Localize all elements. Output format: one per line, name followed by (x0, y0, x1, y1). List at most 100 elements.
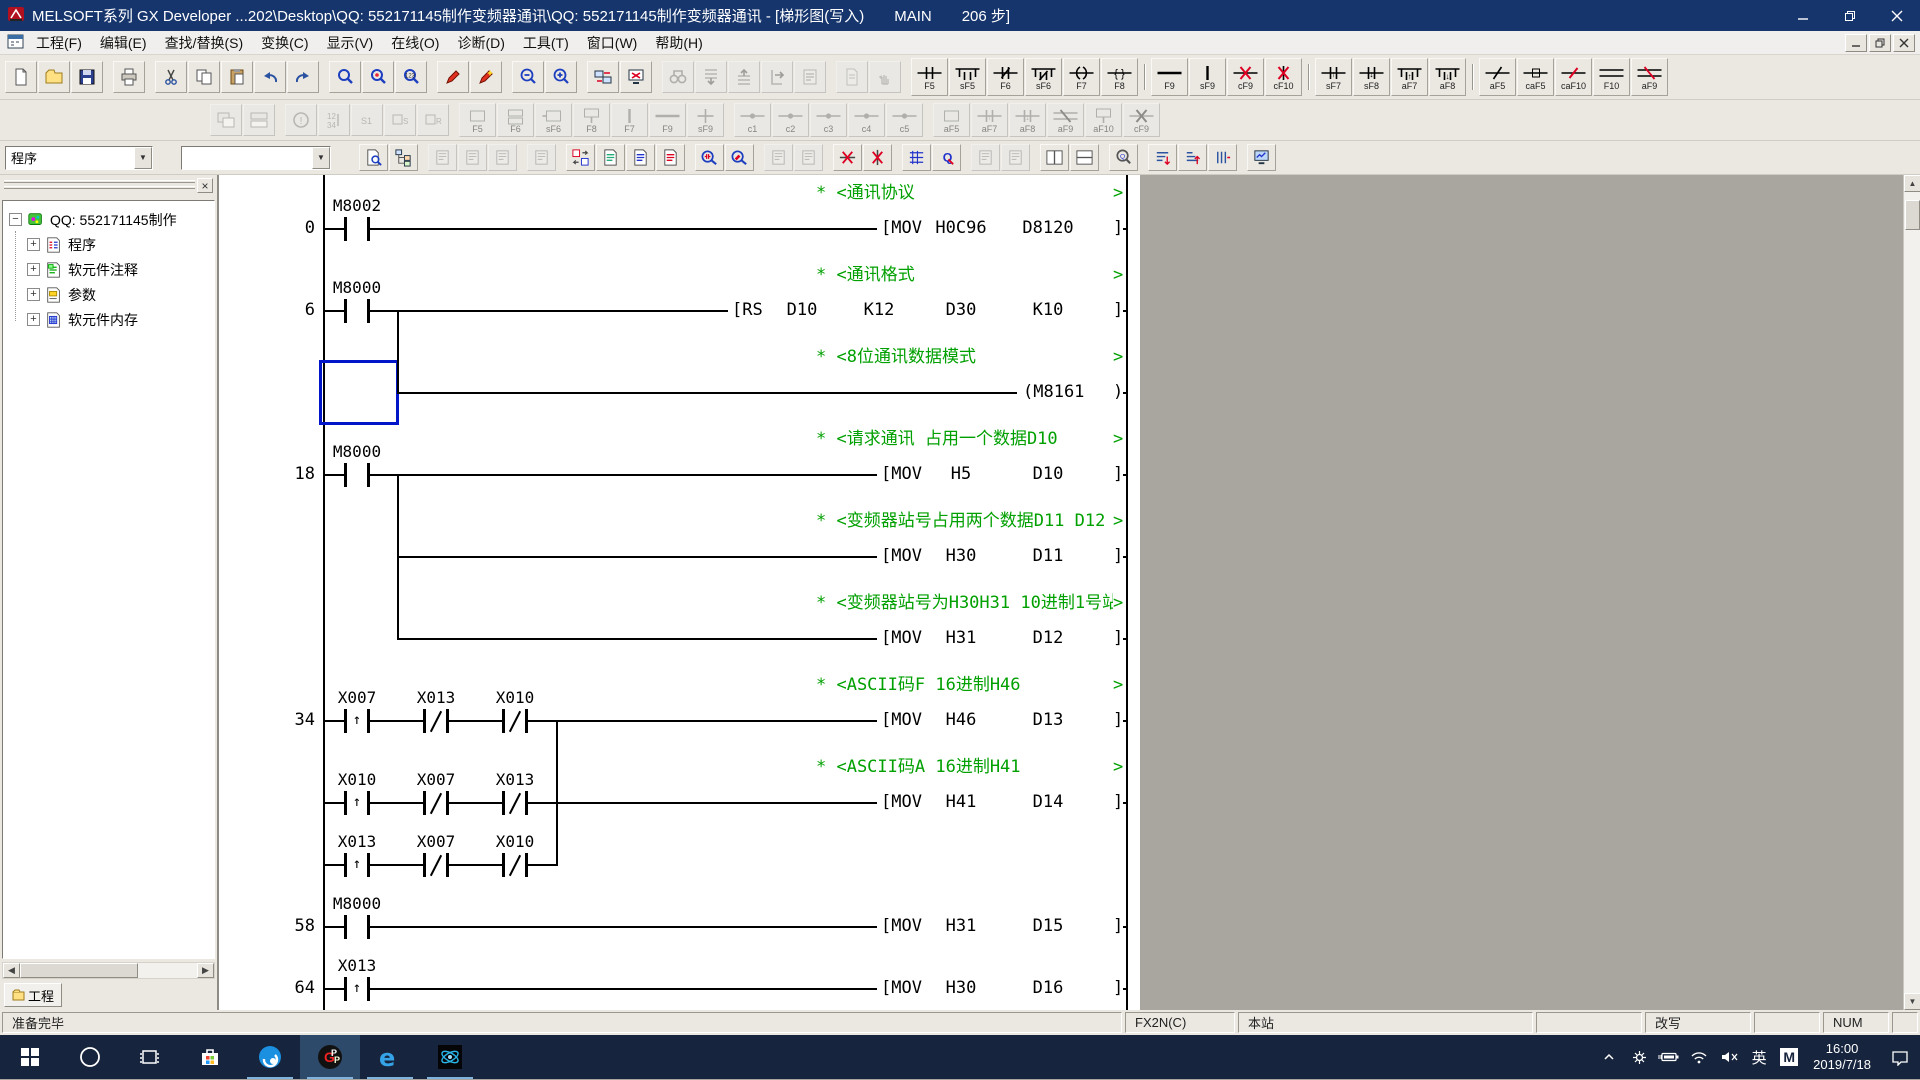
device-batch-button[interactable] (458, 144, 487, 171)
program-check-2-button[interactable] (470, 61, 502, 93)
ladder-symbol-button-F8[interactable]: F8 (573, 103, 610, 137)
sorting-button[interactable]: 1234 (318, 104, 350, 136)
ladder-symbol-button-F9[interactable]: F9 (1151, 58, 1188, 96)
menu-item-7[interactable]: 诊断(D) (448, 31, 513, 55)
restore-button[interactable] (1826, 0, 1873, 31)
ladder-symbol-button-F7[interactable]: F7 (1063, 58, 1100, 96)
jump-up-button[interactable] (728, 61, 760, 93)
find-step-button[interactable]: Q (932, 144, 961, 171)
ladder-symbol-button-aF9[interactable]: aF9 (1047, 103, 1084, 137)
ladder-symbol-button-F9[interactable]: F9 (649, 103, 686, 137)
tree-expand-icon[interactable]: + (27, 263, 40, 276)
verify-button[interactable] (620, 61, 652, 93)
cross-reference-button[interactable] (662, 61, 694, 93)
insert-column-button[interactable] (1208, 144, 1237, 171)
tray-security-icon[interactable] (1624, 1035, 1654, 1079)
sampling-trace-button[interactable] (428, 144, 457, 171)
ladder-symbol-button-F6[interactable]: F6 (497, 103, 534, 137)
ladder-symbol-button-aF10[interactable]: aF10 (1085, 103, 1122, 137)
tree-item-4[interactable]: +软元件内存 (3, 307, 214, 332)
entry-monitor-button[interactable] (488, 144, 517, 171)
transfer-setup-button[interactable] (587, 61, 619, 93)
net-param-button[interactable] (210, 104, 242, 136)
qq-browser-taskbar-button[interactable] (240, 1035, 300, 1079)
print-button[interactable] (113, 61, 145, 93)
scroll-left-icon[interactable]: ◀ (3, 963, 20, 978)
tile-window-button[interactable] (1070, 144, 1099, 171)
save-button[interactable] (71, 61, 103, 93)
tree-root-project[interactable]: −QQ: 552171145制作 (3, 207, 214, 232)
close-button[interactable] (1873, 0, 1920, 31)
jump-down-button[interactable] (695, 61, 727, 93)
ladder-symbol-button-sF8[interactable]: ↓sF8 (1353, 58, 1390, 96)
ladder-symbol-button-c2[interactable]: c2 (772, 103, 809, 137)
project-data-list-button[interactable] (359, 144, 388, 171)
ladder-symbol-button-aF8[interactable]: ↓aF8 (1429, 58, 1466, 96)
tray-battery-icon[interactable] (1654, 1035, 1684, 1079)
ladder-symbol-button-c4[interactable]: c4 (848, 103, 885, 137)
monitor-mode-button[interactable] (764, 144, 793, 171)
menu-item-5[interactable]: 显示(V) (318, 31, 383, 55)
device-set-button[interactable]: S (384, 104, 416, 136)
mdi-child-icon[interactable] (4, 34, 27, 52)
tree-expand-icon[interactable]: + (27, 313, 40, 326)
ladder-symbol-button-c5[interactable]: c5 (886, 103, 923, 137)
tree-item-2[interactable]: +软元件注释 (3, 257, 214, 282)
ladder-symbol-button-sF6[interactable]: sF6 (1025, 58, 1062, 96)
cortana-search-taskbar-button[interactable] (60, 1035, 120, 1079)
edit-cursor[interactable] (319, 360, 399, 425)
find-device-button[interactable] (329, 61, 361, 93)
cut-button[interactable] (155, 61, 187, 93)
tree-item-1[interactable]: +程序 (3, 232, 214, 257)
edge-browser-taskbar-button[interactable]: e (360, 1035, 420, 1079)
ladder-symbol-button-sF9[interactable]: sF9 (1189, 58, 1226, 96)
ladder-symbol-button-aF5[interactable]: aF5 (1479, 58, 1516, 96)
panel-close-icon[interactable]: × (197, 178, 213, 193)
ladder-symbol-button-F5[interactable]: F5 (911, 58, 948, 96)
delete-rung-button[interactable] (833, 144, 862, 171)
start-taskbar-button[interactable] (0, 1035, 60, 1079)
delete-row-button[interactable] (1178, 144, 1207, 171)
tray-chevron-icon[interactable] (1594, 1035, 1624, 1079)
delete-line-button[interactable] (863, 144, 892, 171)
step-no-button[interactable]: S1 (351, 104, 383, 136)
monitor-write-button[interactable] (794, 144, 823, 171)
list-used-device-button[interactable] (794, 61, 826, 93)
ladder-list-toggle-button[interactable] (566, 144, 595, 171)
ladder-symbol-button-sF5[interactable]: sF5 (949, 58, 986, 96)
ladder-symbol-button-aF7[interactable]: ↑aF7 (1391, 58, 1428, 96)
tree-item-3[interactable]: +参数 (3, 282, 214, 307)
ladder-symbol-button-F8[interactable]: { }F8 (1101, 58, 1138, 96)
window-1-button[interactable] (971, 144, 1000, 171)
macro-button[interactable] (836, 61, 868, 93)
toggle-project-tree-button[interactable] (389, 144, 418, 171)
ladder-symbol-button-sF9[interactable]: sF9 (687, 103, 724, 137)
action-center-icon[interactable] (1880, 1035, 1920, 1079)
ladder-canvas[interactable]: * <通讯协议>0M8002[MOVH0C96D8120]* <通讯格式>6M8… (219, 175, 1140, 1010)
device-reset-button[interactable]: R (417, 104, 449, 136)
program-selector-combo[interactable]: 程序▼ (5, 146, 153, 170)
tray-wifi-icon[interactable] (1684, 1035, 1714, 1079)
ladder-symbol-button-F7[interactable]: F7 (611, 103, 648, 137)
ladder-symbol-button-sF7[interactable]: ↑sF7 (1315, 58, 1352, 96)
ladder-symbol-button-sF6[interactable]: sF6 (535, 103, 572, 137)
scroll-up-icon[interactable]: ▲ (1904, 175, 1920, 192)
menu-item-6[interactable]: 在线(O) (382, 31, 448, 55)
combo-dropdown-icon[interactable]: ▼ (312, 147, 330, 169)
ladder-symbol-button-c1[interactable]: c1 (734, 103, 771, 137)
ladder-symbol-button-cF10[interactable]: cF10 (1265, 58, 1302, 96)
ladder-symbol-button-caF5[interactable]: caF5 (1517, 58, 1554, 96)
vscroll-thumb[interactable] (1905, 200, 1920, 230)
find-coil-button[interactable] (725, 144, 754, 171)
redo-button[interactable] (287, 61, 319, 93)
undo-button[interactable] (254, 61, 286, 93)
ladder-symbol-button-cF9[interactable]: cF9 (1123, 103, 1160, 137)
hscroll-thumb[interactable] (20, 963, 138, 978)
mdi-minimize-button[interactable] (1845, 34, 1867, 52)
editor-vscrollbar[interactable]: ▲ ▼ (1903, 175, 1920, 1010)
panel-grip[interactable]: × (2, 177, 215, 197)
start-monitor-button[interactable] (1247, 144, 1276, 171)
tray-melsoft-icon[interactable]: M (1774, 1035, 1804, 1079)
ladder-symbol-button-F10[interactable]: F10 (1593, 58, 1630, 96)
combo-dropdown-icon[interactable]: ▼ (134, 147, 152, 169)
